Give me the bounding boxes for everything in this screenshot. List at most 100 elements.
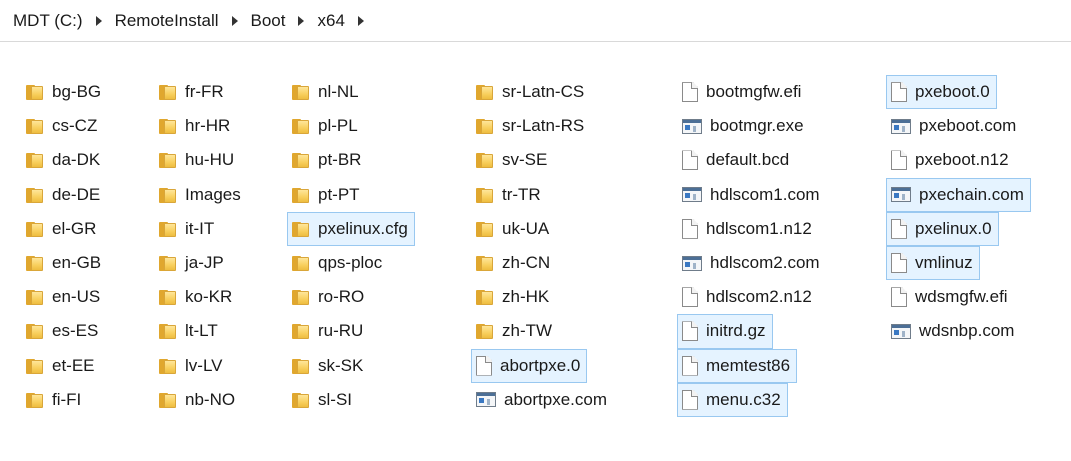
file-item[interactable]: pxechain.com <box>886 177 1031 212</box>
folder-item[interactable]: sr-Latn-RS <box>471 109 591 143</box>
application-icon <box>682 187 702 203</box>
folder-item[interactable]: sr-Latn-CS <box>471 75 591 109</box>
folder-item[interactable]: pt-PT <box>287 178 367 212</box>
file-item[interactable]: hdlscom2.com <box>677 246 827 280</box>
folder-item[interactable]: el-GR <box>21 212 103 246</box>
file-icon <box>682 321 698 342</box>
file-item[interactable]: vmlinuz <box>886 245 980 281</box>
file-item[interactable]: pxelinux.0 <box>886 211 999 246</box>
folder-icon <box>292 289 310 306</box>
file-item[interactable]: abortpxe.com <box>471 383 614 417</box>
item-column: fr-FR hr-HR hu-HU Images it-IT ja-JP ko-KR lt-L… <box>159 75 248 417</box>
folder-item[interactable]: Images <box>154 178 248 212</box>
folder-icon <box>26 152 44 169</box>
folder-item[interactable]: ko-KR <box>154 280 239 314</box>
folder-icon <box>26 187 44 203</box>
address-bar[interactable]: MDT (C:) RemoteInstall Boot x64 <box>0 0 1071 42</box>
folder-item[interactable]: uk-UA <box>471 212 556 246</box>
folder-item[interactable]: zh-HK <box>471 280 556 314</box>
folder-item[interactable]: ru-RU <box>287 314 370 348</box>
folder-item[interactable]: nl-NL <box>287 75 366 109</box>
file-item[interactable]: hdlscom1.com <box>677 178 827 212</box>
folder-icon <box>476 118 494 135</box>
item-label: wdsmgfw.efi <box>915 287 1008 307</box>
folder-item[interactable]: ro-RO <box>287 280 371 314</box>
folder-icon <box>26 392 44 408</box>
file-item[interactable]: bootmgr.exe <box>677 109 811 143</box>
folder-item[interactable]: fi-FI <box>21 383 88 417</box>
file-item[interactable]: pxeboot.com <box>886 109 1023 143</box>
folder-icon <box>26 358 44 374</box>
folder-item[interactable]: lt-LT <box>154 314 225 348</box>
item-label: sr-Latn-CS <box>502 82 585 102</box>
folder-item[interactable]: ja-JP <box>154 246 231 280</box>
chevron-right-icon[interactable] <box>357 15 364 26</box>
breadcrumb-item[interactable]: MDT (C:) <box>11 11 85 31</box>
item-label: bg-BG <box>52 82 102 102</box>
folder-item[interactable]: en-US <box>21 280 107 314</box>
folder-item[interactable]: cs-CZ <box>21 109 104 143</box>
file-item[interactable]: initrd.gz <box>677 314 773 349</box>
folder-icon <box>476 323 494 340</box>
file-item[interactable]: menu.c32 <box>677 382 788 417</box>
chevron-right-icon[interactable] <box>231 15 238 26</box>
folder-item[interactable]: sl-SI <box>287 383 359 417</box>
breadcrumb-label: MDT (C:) <box>13 10 83 30</box>
file-icon <box>891 218 907 239</box>
folder-item[interactable]: sv-SE <box>471 143 554 177</box>
breadcrumb-item[interactable]: Boot <box>249 11 288 31</box>
chevron-right-icon[interactable] <box>298 15 305 26</box>
folder-icon <box>292 152 310 169</box>
folder-item[interactable]: en-GB <box>21 246 108 280</box>
item-label: nl-NL <box>318 82 359 102</box>
file-item[interactable]: pxeboot.0 <box>886 75 997 110</box>
folder-item[interactable]: hu-HU <box>154 143 241 177</box>
folder-icon <box>476 187 494 203</box>
breadcrumb-item[interactable]: RemoteInstall <box>113 11 221 31</box>
folder-item[interactable]: zh-CN <box>471 246 557 280</box>
chevron-right-icon[interactable] <box>95 15 102 26</box>
file-item[interactable]: wdsmgfw.efi <box>886 280 1015 314</box>
item-label: bootmgfw.efi <box>706 82 802 102</box>
folder-item[interactable]: bg-BG <box>21 75 108 109</box>
folder-item[interactable]: pt-BR <box>287 143 368 177</box>
file-item[interactable]: pxeboot.n12 <box>886 143 1016 177</box>
folder-item[interactable]: zh-TW <box>471 314 559 348</box>
folder-item[interactable]: qps-ploc <box>287 246 389 280</box>
file-item[interactable]: hdlscom2.n12 <box>677 280 819 314</box>
file-item[interactable]: hdlscom1.n12 <box>677 212 819 246</box>
file-item[interactable]: abortpxe.0 <box>471 348 588 383</box>
folder-item[interactable]: pl-PL <box>287 109 365 143</box>
folder-icon <box>476 221 494 237</box>
file-icon <box>682 389 698 410</box>
item-column: pxeboot.0 pxeboot.com pxeboot.n12 pxechain.… <box>886 75 1031 349</box>
file-item[interactable]: memtest86 <box>677 348 798 383</box>
item-label: abortpxe.0 <box>500 355 581 375</box>
file-list-pane[interactable]: bg-BG cs-CZ da-DK de-DE el-GR en-GB en-US es-ES… <box>0 42 1071 461</box>
item-label: ro-RO <box>318 287 365 307</box>
item-label: pxeboot.n12 <box>915 150 1009 170</box>
folder-item[interactable]: it-IT <box>154 212 221 246</box>
file-item[interactable]: default.bcd <box>677 143 796 177</box>
folder-icon <box>159 221 177 237</box>
application-icon <box>891 323 911 339</box>
folder-item[interactable]: hr-HR <box>154 109 237 143</box>
folder-item[interactable]: es-ES <box>21 314 105 348</box>
folder-item[interactable]: pxelinux.cfg <box>287 211 415 246</box>
folder-item[interactable]: fr-FR <box>154 75 231 109</box>
folder-icon <box>292 255 310 272</box>
folder-item[interactable]: nb-NO <box>154 383 242 417</box>
file-item[interactable]: wdsnbp.com <box>886 314 1021 348</box>
item-label: bootmgr.exe <box>710 116 804 136</box>
folder-item[interactable]: lv-LV <box>154 349 229 383</box>
folder-icon <box>292 187 310 203</box>
folder-item[interactable]: sk-SK <box>287 349 370 383</box>
folder-item[interactable]: et-EE <box>21 349 102 383</box>
item-label: en-GB <box>52 253 102 273</box>
folder-icon <box>159 152 177 169</box>
folder-item[interactable]: da-DK <box>21 143 107 177</box>
folder-item[interactable]: tr-TR <box>471 178 548 212</box>
file-item[interactable]: bootmgfw.efi <box>677 75 808 109</box>
folder-item[interactable]: de-DE <box>21 178 107 212</box>
breadcrumb-item[interactable]: x64 <box>315 11 346 31</box>
